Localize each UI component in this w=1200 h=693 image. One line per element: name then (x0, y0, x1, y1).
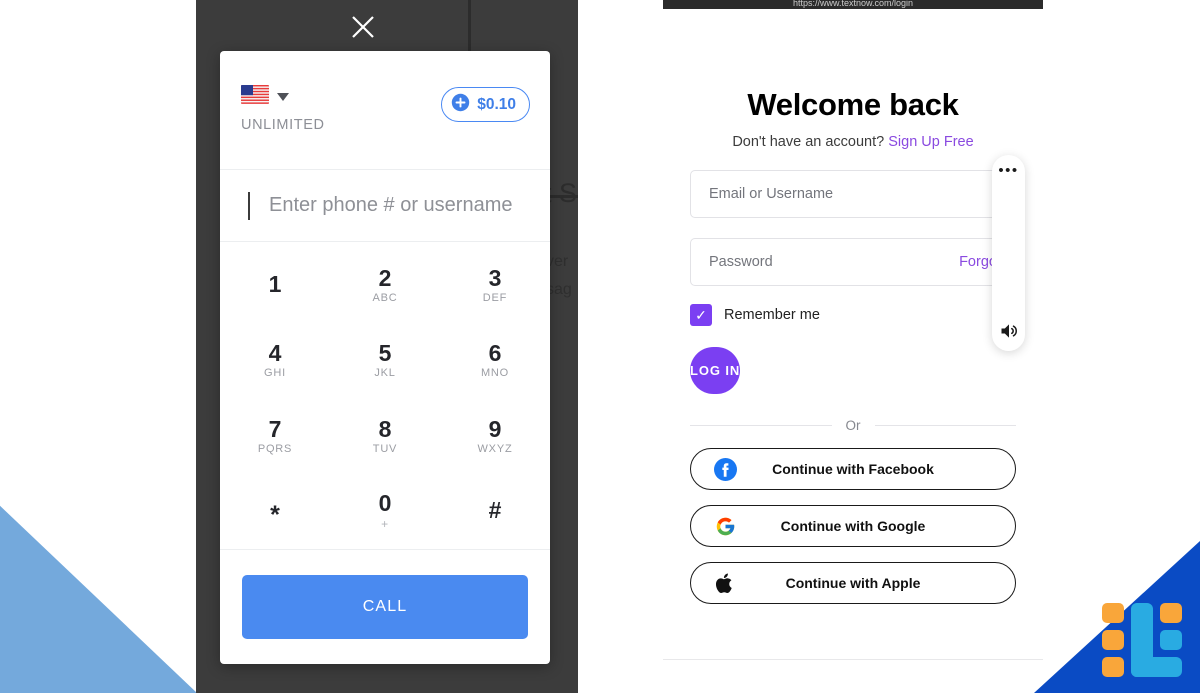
apple-icon (713, 571, 737, 595)
dialpad-key-1-digit: 1 (268, 271, 282, 298)
signup-prompt-text: Don't have an account? (732, 134, 885, 150)
dialpad-key-0-letters: + (381, 516, 389, 531)
credit-amount: $0.10 (477, 95, 516, 113)
dialpad-key-4-digit: 4 (268, 340, 282, 367)
plan-label: UNLIMITED (241, 117, 325, 133)
dialpad-key-2-letters: ABC (372, 292, 398, 305)
dialpad-key-4-letters: GHI (264, 367, 286, 380)
dialpad-key-5-letters: JKL (374, 367, 396, 380)
text-caret (248, 191, 250, 220)
email-field-placeholder: Email or Username (709, 186, 834, 202)
dialpad-key-9[interactable]: 9 WXYZ (440, 399, 550, 474)
page-title: Welcome back (747, 87, 959, 122)
checkmark-icon: ✓ (695, 307, 707, 323)
continue-with-apple-button[interactable]: Continue with Apple (690, 562, 1016, 604)
divider-line-right (874, 425, 1016, 426)
google-icon (713, 514, 737, 538)
signup-prompt-row: Don't have an account? Sign Up Free (663, 134, 1043, 150)
chevron-down-icon[interactable] (277, 93, 289, 101)
dialpad-key-7-digit: 7 (268, 415, 282, 442)
site-logo (1102, 601, 1182, 679)
facebook-icon (713, 457, 737, 481)
ellipsis-icon[interactable]: ••• (992, 163, 1025, 178)
dialpad-key-7[interactable]: 7 PQRS (220, 399, 330, 474)
password-field[interactable]: Password Forgot (690, 238, 1016, 286)
dialpad-key-4[interactable]: 4 GHI (220, 323, 330, 398)
dialer-footer: CALL (220, 550, 550, 664)
dialpad-key-hash[interactable]: # (440, 474, 550, 549)
dialpad-key-2-digit: 2 (378, 265, 392, 292)
dialer-header: UNLIMITED $0.10 (220, 51, 550, 170)
password-field-placeholder: Password (709, 254, 773, 270)
continue-with-facebook-label: Continue with Facebook (772, 461, 934, 477)
dialpad-key-star-digit: * (270, 500, 280, 529)
speaker-icon[interactable] (992, 321, 1025, 341)
dialpad-key-3-digit: 3 (488, 265, 502, 292)
plus-circle-icon (451, 93, 470, 117)
dialpad-key-8-digit: 8 (378, 415, 392, 442)
dialpad-key-8-letters: TUV (372, 442, 398, 455)
floating-control-panel[interactable]: ••• (992, 155, 1025, 351)
dialpad-key-star[interactable]: * (220, 474, 330, 549)
dialpad-key-9-letters: WXYZ (477, 442, 513, 455)
or-divider-label: Or (845, 418, 861, 433)
call-button[interactable]: CALL (242, 575, 528, 639)
phone-number-input[interactable]: Enter phone # or username (220, 170, 550, 242)
continue-with-apple-label: Continue with Apple (785, 575, 921, 591)
close-icon[interactable] (348, 12, 378, 42)
or-divider: Or (690, 418, 1016, 433)
credit-balance-button[interactable]: $0.10 (441, 87, 530, 122)
log-in-button[interactable]: LOG IN (690, 347, 741, 394)
footer-divider (663, 659, 1043, 660)
dialpad-key-6-digit: 6 (488, 340, 502, 367)
dialpad-key-9-digit: 9 (488, 415, 502, 442)
divider-line-left (690, 425, 832, 426)
continue-with-google-label: Continue with Google (780, 518, 926, 534)
dialpad-key-6-letters: MNO (480, 367, 510, 380)
dialpad-key-5-digit: 5 (378, 340, 392, 367)
remember-me-row[interactable]: ✓ Remember me (690, 304, 1016, 326)
dialpad-key-hash-digit: # (488, 496, 502, 523)
browser-pane: https://www.textnow.com/login Welcome ba… (578, 0, 1200, 693)
decorative-blue-triangle (0, 505, 197, 693)
dialpad-key-3-letters: DEF (482, 292, 508, 305)
browser-url-bar[interactable]: https://www.textnow.com/login (663, 0, 1043, 9)
dialpad-key-2[interactable]: 2 ABC (330, 248, 440, 323)
continue-with-google-button[interactable]: Continue with Google (690, 505, 1016, 547)
dialpad: 1 2 ABC 3 DEF 4 GHI 5 JKL 6 MNO 7 PQRS 8… (220, 242, 550, 550)
remember-me-label: Remember me (724, 307, 820, 323)
phone-number-placeholder: Enter phone # or username (269, 194, 513, 216)
continue-with-facebook-button[interactable]: Continue with Facebook (690, 448, 1016, 490)
remember-me-checkbox[interactable]: ✓ (690, 304, 712, 326)
sign-up-free-link[interactable]: Sign Up Free (888, 134, 973, 150)
dialer-modal: UNLIMITED $0.10 Enter phone # or usernam… (220, 51, 550, 664)
dialpad-key-8[interactable]: 8 TUV (330, 399, 440, 474)
dialpad-key-0-digit: 0 (378, 489, 392, 516)
email-field[interactable]: Email or Username (690, 170, 1016, 218)
dialpad-key-0[interactable]: 0 + (330, 474, 440, 549)
dialpad-key-1[interactable]: 1 (220, 248, 330, 323)
us-flag-icon[interactable] (241, 85, 269, 104)
screenshot-root: https://www.textnow.com/login Welcome ba… (0, 0, 1200, 693)
dialpad-key-7-letters: PQRS (257, 442, 293, 455)
dialpad-key-3[interactable]: 3 DEF (440, 248, 550, 323)
dialpad-key-5[interactable]: 5 JKL (330, 323, 440, 398)
login-form: Welcome back Don't have an account? Sign… (663, 9, 1043, 604)
dialpad-key-6[interactable]: 6 MNO (440, 323, 550, 398)
